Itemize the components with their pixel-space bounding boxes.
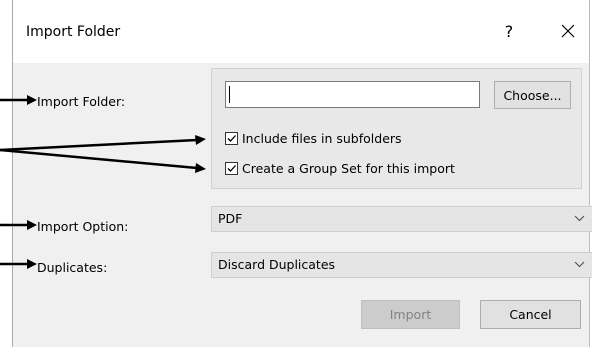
annotation-arrows: [0, 95, 206, 269]
